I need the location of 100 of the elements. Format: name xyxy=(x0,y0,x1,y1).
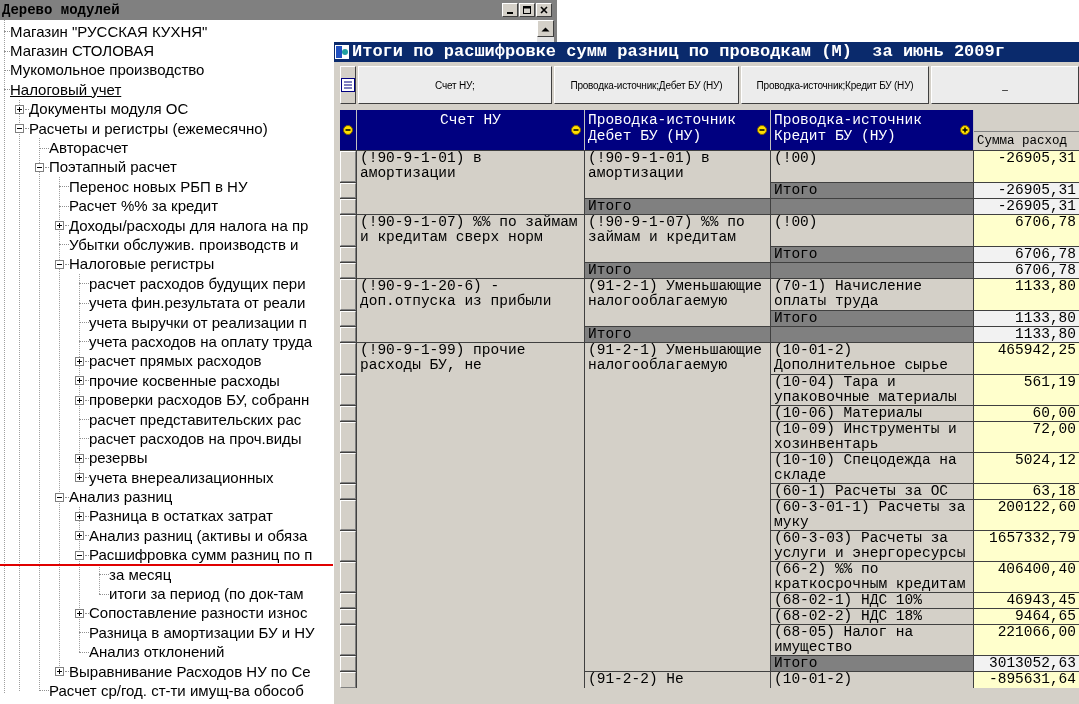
tree-item[interactable]: расчет расходов будущих пери xyxy=(89,274,306,293)
list-icon xyxy=(341,78,355,92)
minus-icon[interactable] xyxy=(343,125,353,135)
minimize-button[interactable] xyxy=(502,3,518,17)
column-header[interactable]: Проводка-источник Дебет БУ (НУ) xyxy=(585,110,770,150)
tree-item[interactable]: расчет расходов на проч.виды xyxy=(89,429,302,448)
row-header[interactable] xyxy=(340,247,356,262)
row-header[interactable] xyxy=(340,375,356,405)
row-header[interactable] xyxy=(340,263,356,278)
tree-item[interactable]: Налоговый учет xyxy=(10,80,122,99)
toolbar-button[interactable]: Счет НУ; xyxy=(358,66,552,104)
row-header[interactable] xyxy=(340,656,356,671)
table-cell: (91-2-2) Не xyxy=(585,672,770,688)
minus-icon[interactable] xyxy=(15,124,24,134)
tree-item[interactable]: Мукомольное производство xyxy=(10,61,205,80)
tree-item[interactable]: учета фин.результата от реали xyxy=(89,294,306,313)
tree-item[interactable]: Авторасчет xyxy=(49,139,129,158)
tree-item[interactable]: Магазин СТОЛОВАЯ xyxy=(10,42,155,61)
row-header[interactable] xyxy=(340,531,356,561)
row-header[interactable] xyxy=(340,625,356,655)
table-cell: (!90-9-1-07) %% по займам и кредитам сверх норм xyxy=(357,215,584,278)
minus-icon[interactable] xyxy=(75,550,84,560)
row-header[interactable] xyxy=(340,484,356,499)
tree-item[interactable]: за месяц xyxy=(109,565,172,584)
tree-item[interactable]: Сопоставление разности износ xyxy=(89,604,308,623)
plus-icon[interactable] xyxy=(75,395,84,405)
minus-icon[interactable] xyxy=(55,259,64,269)
row-header[interactable] xyxy=(340,453,356,483)
tree-item[interactable]: Доходы/расходы для налога на пр xyxy=(69,216,309,235)
tree-item[interactable]: Расшифровка сумм разниц по п xyxy=(89,546,313,565)
table-cell: 1657332,79 xyxy=(974,531,1079,561)
plus-icon[interactable] xyxy=(75,376,84,386)
row-header[interactable] xyxy=(340,593,356,608)
row-header[interactable] xyxy=(340,672,356,688)
table-cell: (10-10) Спецодежда на складе xyxy=(771,453,973,483)
column-header[interactable]: Сумма расход xyxy=(974,131,1079,150)
plus-icon[interactable] xyxy=(75,511,84,521)
row-header[interactable] xyxy=(340,500,356,530)
tree-item[interactable]: Налоговые регистры xyxy=(69,255,215,274)
tree-item[interactable]: Анализ разниц (активы и обяза xyxy=(89,526,308,545)
tree-item[interactable]: Анализ разниц xyxy=(69,488,173,507)
toolbar-button[interactable]: _ xyxy=(930,66,1079,104)
tree-item[interactable]: Поэтапный расчет xyxy=(49,158,177,177)
column-header[interactable]: Счет НУ xyxy=(357,110,584,150)
row-header[interactable] xyxy=(340,279,356,310)
tree-item[interactable]: учета расходов на оплату труда xyxy=(89,332,312,351)
tree-item[interactable]: расчет представительских рас xyxy=(89,410,302,429)
list-button[interactable] xyxy=(340,66,356,104)
minimize-icon xyxy=(507,12,513,14)
tree-item[interactable]: Расчет %% за кредит xyxy=(69,197,219,216)
row-header[interactable] xyxy=(340,327,356,342)
row-header[interactable] xyxy=(340,562,356,592)
minus-icon[interactable] xyxy=(757,125,767,135)
row-header[interactable] xyxy=(340,199,356,214)
plus-icon[interactable] xyxy=(55,221,64,231)
plus-icon[interactable] xyxy=(75,453,84,463)
minus-icon[interactable] xyxy=(35,162,44,172)
row-header[interactable] xyxy=(340,422,356,452)
table-cell: Итого xyxy=(771,183,973,198)
row-header[interactable] xyxy=(340,311,356,326)
tree-item[interactable]: учета выручки от реализации п xyxy=(89,313,307,332)
tree-item[interactable]: Разница в остатках затрат xyxy=(89,507,273,526)
tree-item[interactable]: Выравнивание Расходов НУ по Се xyxy=(69,662,311,681)
column-header[interactable]: Проводка-источник Кредит БУ (НУ) xyxy=(771,110,973,150)
tree-item[interactable]: итоги за период (по док-там xyxy=(109,585,304,603)
row-header[interactable] xyxy=(340,183,356,198)
minus-icon[interactable] xyxy=(55,492,64,502)
toolbar-button[interactable]: Проводка-источник;Кредит БУ (НУ) xyxy=(741,66,929,104)
tree-item[interactable]: расчет прямых расходов xyxy=(89,352,262,371)
table-cell: (60-3-03) Расчеты за услуги и энергоресурсы xyxy=(771,531,973,561)
tree-item[interactable]: проверки расходов БУ, собранн xyxy=(89,391,310,410)
tree-item[interactable]: учета внереализационных xyxy=(89,468,274,487)
row-header[interactable] xyxy=(340,343,356,374)
plus-icon[interactable] xyxy=(75,356,84,366)
tree-item[interactable]: резервы xyxy=(89,449,148,468)
tree-item[interactable]: прочие косвенные расходы xyxy=(89,371,280,390)
maximize-button[interactable] xyxy=(519,3,535,17)
row-header[interactable] xyxy=(340,151,356,182)
tree-item[interactable]: Убытки обслужив. производств и xyxy=(69,236,299,254)
tree-item[interactable]: Расчет ср/год. ст-ти имущ-ва обособ xyxy=(49,681,304,700)
close-button[interactable] xyxy=(536,3,552,17)
tree-item[interactable]: Анализ отклонений xyxy=(89,643,225,662)
toolbar-button[interactable]: Проводка-источник;Дебет БУ (НУ) xyxy=(553,66,740,104)
plus-icon[interactable] xyxy=(75,473,84,483)
tree-item[interactable]: Расчеты и регистры (ежемесячно) xyxy=(29,119,268,138)
row-header[interactable] xyxy=(340,215,356,246)
minus-icon[interactable] xyxy=(571,125,581,135)
tree-item[interactable]: Разница в амортизации БУ и НУ xyxy=(89,623,315,642)
plus-icon[interactable] xyxy=(75,608,84,618)
tree-item[interactable]: Перенос новых РБП в НУ xyxy=(69,177,248,196)
plus-icon[interactable] xyxy=(15,104,24,114)
plus-icon[interactable] xyxy=(75,531,84,541)
plus-icon[interactable] xyxy=(960,125,970,135)
tree-item[interactable]: Документы модуля ОС xyxy=(29,100,189,119)
tree-item[interactable]: Магазин "РУССКАЯ КУХНЯ" xyxy=(10,22,208,41)
scroll-up-button[interactable] xyxy=(537,20,554,37)
window-title: Дерево модулей xyxy=(2,2,121,18)
plus-icon[interactable] xyxy=(55,667,64,677)
row-header[interactable] xyxy=(340,609,356,624)
row-header[interactable] xyxy=(340,406,356,421)
